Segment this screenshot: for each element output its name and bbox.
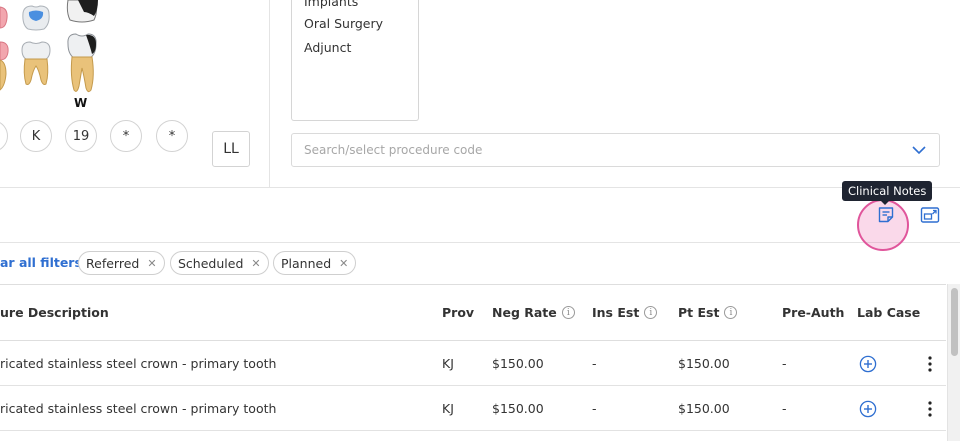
category-item-implants[interactable]: Implants: [304, 0, 358, 9]
add-lab-case-icon[interactable]: [859, 355, 877, 373]
table-scrollbar[interactable]: [947, 284, 960, 441]
cell-pt-est: $150.00: [678, 356, 730, 371]
table-header: ure Description Prov Neg Rate i Ins Est i …: [0, 285, 946, 341]
procedure-code-search-input[interactable]: [304, 143, 894, 157]
filter-chip-label: Scheduled: [178, 255, 244, 271]
cell-description: ricated stainless steel crown - primary …: [0, 401, 277, 416]
cell-ins-est: -: [592, 401, 597, 416]
add-lab-case-icon[interactable]: [859, 400, 877, 418]
toolbar-row: [0, 189, 960, 243]
tooth-chart-panel: W K 19 * * LL: [0, 0, 270, 188]
procedures-table: ure Description Prov Neg Rate i Ins Est i …: [0, 284, 946, 441]
info-icon[interactable]: i: [724, 306, 738, 319]
filter-chip-scheduled[interactable]: Scheduled ✕: [170, 251, 269, 275]
tooth-condition-label: W: [74, 96, 88, 110]
clear-all-filters-link[interactable]: ar all filters: [0, 255, 82, 270]
procedure-category-list[interactable]: Implants Oral Surgery Adjunct: [291, 0, 419, 121]
filter-chip-label: Referred: [86, 255, 140, 271]
column-header-lab-case[interactable]: Lab Case: [857, 305, 920, 320]
table-row[interactable]: ricated stainless steel crown - primary …: [0, 341, 946, 386]
info-icon[interactable]: i: [561, 306, 575, 319]
tooltip-arrow: [880, 200, 890, 205]
cell-ins-est: -: [592, 356, 597, 371]
tooth-number-button-star-2[interactable]: *: [156, 120, 188, 152]
table-row[interactable]: ricated stainless steel crown - primary …: [0, 386, 946, 431]
tooth-crown-filled[interactable]: [20, 4, 52, 32]
cell-prov: KJ: [442, 356, 454, 371]
cell-prov: KJ: [442, 401, 454, 416]
top-section: W K 19 * * LL Implants Oral Surgery Adju…: [0, 0, 960, 188]
cell-pre-auth: -: [782, 356, 787, 371]
info-icon[interactable]: i: [644, 306, 658, 319]
column-header-neg-rate[interactable]: Neg Rate i: [492, 305, 575, 320]
scrollbar-thumb[interactable]: [951, 288, 958, 356]
more-options-icon[interactable]: [926, 354, 934, 374]
tooth-partial-top-left[interactable]: [0, 4, 8, 30]
clinical-notes-tooltip: Clinical Notes: [842, 181, 933, 201]
tooth-partial-left[interactable]: [0, 40, 10, 92]
cell-neg-rate: $150.00: [492, 356, 544, 371]
close-icon[interactable]: ✕: [339, 257, 348, 270]
cell-pt-est: $150.00: [678, 401, 730, 416]
close-icon[interactable]: ✕: [147, 257, 156, 270]
column-header-description[interactable]: ure Description: [0, 305, 109, 320]
column-header-pre-auth[interactable]: Pre-Auth: [782, 305, 844, 320]
procedure-code-search[interactable]: [291, 133, 940, 167]
category-item-adjunct[interactable]: Adjunct: [304, 40, 351, 55]
column-header-pt-est[interactable]: Pt Est i: [678, 305, 738, 320]
filter-bar: ar all filters Referred ✕ Scheduled ✕ Pl…: [0, 251, 960, 275]
more-options-icon[interactable]: [926, 399, 934, 419]
tooth-number-button-k[interactable]: K: [20, 120, 52, 152]
quadrant-ll-button[interactable]: LL: [212, 131, 250, 167]
clinical-notes-icon[interactable]: [877, 206, 895, 224]
filter-chip-label: Planned: [281, 255, 332, 271]
tooth-molar-large[interactable]: [64, 32, 100, 96]
tooth-number-button-star-1[interactable]: *: [110, 120, 142, 152]
filter-chip-planned[interactable]: Planned ✕: [273, 251, 357, 275]
cell-description: ricated stainless steel crown - primary …: [0, 356, 277, 371]
column-header-prov[interactable]: Prov: [442, 305, 474, 320]
procedure-panel: Implants Oral Surgery Adjunct: [271, 0, 960, 188]
tooth-number-button-19[interactable]: 19: [65, 120, 97, 152]
cell-pre-auth: -: [782, 401, 787, 416]
close-icon[interactable]: ✕: [251, 257, 260, 270]
tooth-molar-middle[interactable]: [18, 40, 54, 88]
expand-window-icon[interactable]: [920, 206, 940, 224]
category-item-oral-surgery[interactable]: Oral Surgery: [304, 16, 383, 31]
column-header-ins-est[interactable]: Ins Est i: [592, 305, 658, 320]
filter-chip-referred[interactable]: Referred ✕: [78, 251, 165, 275]
tooth-number-button-partial[interactable]: [0, 120, 8, 152]
chevron-down-icon[interactable]: [911, 144, 927, 156]
tooth-crown-dark[interactable]: [64, 0, 100, 24]
cell-neg-rate: $150.00: [492, 401, 544, 416]
